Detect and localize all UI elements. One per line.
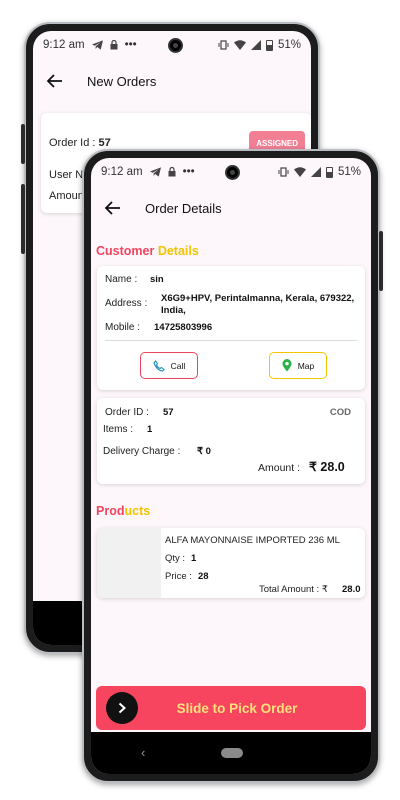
order-id-value: 57 [98, 137, 111, 149]
price-label: Price : [165, 571, 192, 582]
side-button [379, 231, 383, 291]
address-label: Address : [105, 298, 148, 309]
signal-icon [310, 167, 321, 177]
amount-label: Amount : [258, 462, 301, 474]
call-button[interactable]: Call [140, 352, 198, 379]
battery-icon [325, 166, 333, 178]
total-amount-value: 28.0 [342, 584, 361, 595]
map-button[interactable]: Map [269, 352, 327, 379]
telegram-icon [91, 40, 103, 50]
items-label: Items : [103, 424, 134, 435]
app-bar: Order Details [91, 186, 371, 230]
nav-home-icon[interactable] [221, 748, 243, 758]
telegram-icon [149, 167, 161, 177]
order-id-label: Order ID : [105, 407, 149, 418]
order-id-row: Order Id : 57 [49, 137, 111, 149]
page-title: Order Details [145, 200, 222, 216]
heading-part: Prod [96, 504, 125, 518]
payment-method: COD [329, 407, 351, 418]
system-nav-bar: ‹ [91, 732, 371, 774]
wifi-icon [293, 167, 306, 177]
divider [105, 340, 357, 341]
address-line-2: India, [161, 305, 186, 316]
lock-icon [168, 167, 176, 177]
signal-icon [250, 40, 261, 50]
app-bar: New Orders [33, 59, 311, 103]
front-screen: 9:12 am ••• 51% Order Details Customer D… [91, 158, 371, 774]
products-heading: Products [96, 504, 150, 518]
qty-value: 1 [191, 553, 197, 564]
camera-hole [225, 165, 240, 180]
items-value: 1 [147, 424, 153, 435]
back-arrow-icon[interactable] [103, 198, 123, 218]
side-button [21, 184, 25, 254]
status-time: 9:12 am [43, 39, 85, 51]
chevron-right-icon [118, 702, 126, 714]
vibrate-icon [218, 40, 229, 50]
amount-value: ₹ 28.0 [309, 460, 345, 474]
delivery-charge-label: Delivery Charge : [103, 446, 181, 457]
order-id-value: 57 [163, 407, 174, 418]
notification-dots: ••• [182, 166, 195, 178]
phone-icon [153, 359, 165, 372]
battery-percent: 51% [277, 39, 301, 51]
back-arrow-icon[interactable] [45, 71, 65, 91]
total-amount-label: Total Amount : ₹ [259, 584, 328, 595]
price-value: 28 [198, 571, 209, 582]
map-pin-icon [282, 359, 292, 372]
order-id-label: Order Id : [49, 137, 96, 149]
notification-dots: ••• [124, 39, 137, 51]
customer-details-heading: Customer Details [96, 244, 199, 258]
delivery-charge-value: ₹ 0 [197, 446, 211, 457]
name-value: sin [150, 274, 164, 285]
battery-percent: 51% [337, 166, 361, 178]
product-card[interactable]: ALFA MAYONNAISE IMPORTED 236 ML Qty : 1 … [97, 528, 365, 598]
address-line-1: X6G9+HPV, Perintalmanna, Kerala, 679322, [161, 293, 355, 304]
heading-part: Details [157, 244, 199, 258]
slide-label: Slide to Pick Order [176, 700, 298, 716]
product-name: ALFA MAYONNAISE IMPORTED 236 ML [165, 535, 340, 546]
mobile-label: Mobile : [105, 322, 141, 333]
nav-back-icon[interactable]: ‹ [141, 745, 145, 760]
name-label: Name : [105, 274, 138, 285]
heading-part: Customer [96, 244, 155, 258]
battery-icon [265, 39, 273, 51]
page-title: New Orders [87, 73, 157, 89]
mobile-value: 14725803996 [154, 322, 213, 333]
side-button [21, 124, 25, 164]
qty-label: Qty : [165, 553, 186, 564]
lock-icon [110, 40, 118, 50]
map-label: Map [297, 360, 315, 371]
product-image [97, 528, 161, 598]
call-label: Call [170, 360, 186, 371]
slide-knob[interactable] [106, 692, 138, 724]
screenshot-stage: 9:12 am ••• 51% New Orders Order Id: 57… [0, 0, 400, 800]
vibrate-icon [278, 167, 289, 177]
heading-part: ucts [124, 504, 151, 518]
front-phone-frame: 9:12 am ••• 51% Order Details Customer D… [82, 149, 383, 783]
wifi-icon [233, 40, 246, 50]
status-time: 9:12 am [101, 166, 143, 178]
slide-to-pick-button[interactable]: Slide to Pick Order [96, 686, 366, 730]
customer-card: Name : sin Address : X6G9+HPV, Perintalm… [97, 266, 365, 390]
camera-hole [168, 38, 183, 53]
order-summary-card: Order ID : 57 COD Items : 1 Delivery Cha… [97, 398, 365, 484]
